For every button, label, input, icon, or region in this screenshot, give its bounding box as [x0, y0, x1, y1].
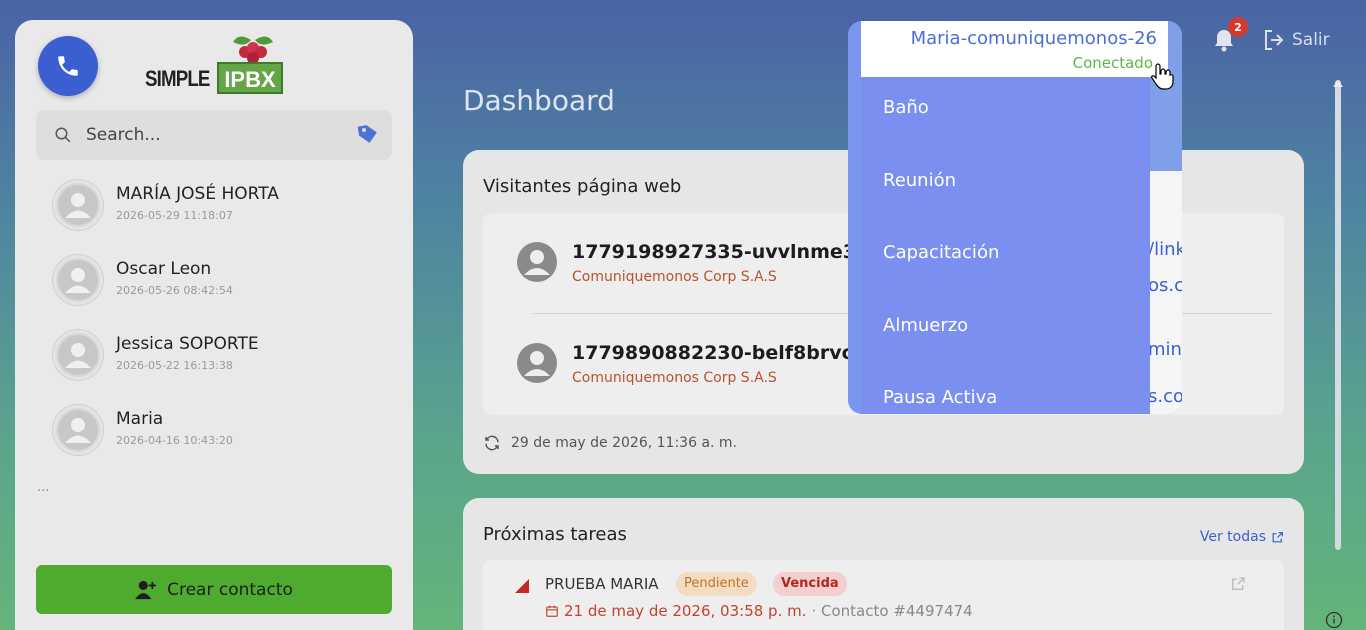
logo-box: IPBX	[217, 62, 283, 94]
overdue-badge: Vencida	[773, 572, 847, 596]
pause-option-bano[interactable]: Baño	[883, 97, 929, 118]
user-icon	[58, 335, 98, 375]
contact-time: 2026-05-26 08:42:54	[116, 284, 233, 297]
refresh-icon[interactable]	[483, 434, 501, 452]
contact-name: Maria	[116, 409, 164, 429]
dropdown-edge	[848, 21, 862, 414]
search-icon	[55, 127, 71, 143]
visitor-link-peek: /linksys-	[1148, 239, 1182, 260]
open-task-icon[interactable]	[1230, 576, 1246, 592]
add-user-icon	[135, 580, 157, 599]
scrollbar[interactable]	[1335, 80, 1341, 550]
avatar	[53, 255, 103, 305]
phone-icon	[58, 56, 78, 76]
visitor-company: Comuniquemonos Corp S.A.S	[572, 269, 777, 285]
avatar	[53, 330, 103, 380]
scroll-up-arrow[interactable]	[1333, 80, 1343, 87]
more-contacts-indicator[interactable]: ...	[37, 480, 49, 495]
calendar-icon	[546, 605, 558, 617]
create-contact-label: Crear contacto	[167, 579, 293, 600]
task-date-text: 21 de may de 2026, 03:58 p. m.	[564, 602, 807, 620]
priority-high-icon	[515, 579, 529, 593]
pause-option-almuerzo[interactable]: Almuerzo	[883, 315, 968, 336]
pause-option-reunion[interactable]: Reunión	[883, 170, 956, 191]
last-updated-text: 29 de may de 2026, 11:36 a. m.	[511, 435, 738, 451]
agent-status: Conectado	[1072, 54, 1153, 72]
logo-text: SIMPLE	[145, 66, 210, 91]
see-all-tasks-link[interactable]: Ver todas	[1200, 529, 1284, 545]
visitor-id: 1779890882230-belf8brvc	[572, 342, 853, 364]
contact-item[interactable]: Oscar Leon 2026-05-26 08:42:54	[53, 255, 393, 315]
avatar	[53, 180, 103, 230]
last-updated: 29 de may de 2026, 11:36 a. m.	[483, 434, 737, 452]
status-dropdown: /linksys- os.co minut... s.co Maria-comu…	[848, 21, 1182, 414]
agent-status-header[interactable]: Maria-comuniquemonos-26 Conectado	[861, 21, 1168, 77]
logout-label: Salir	[1292, 30, 1330, 50]
visitor-link-peek: s.co	[1148, 386, 1182, 407]
sidebar: SIMPLE IPBX MARÍA JOSÉ HORTA 2026-05-29 …	[15, 20, 413, 630]
user-icon	[58, 410, 98, 450]
user-icon	[517, 343, 557, 383]
contact-time: 2026-04-16 10:43:20	[116, 434, 233, 447]
task-title: PRUEBA MARIA	[545, 575, 659, 593]
info-icon[interactable]	[1325, 611, 1343, 629]
phone-button[interactable]	[38, 36, 98, 96]
contact-item[interactable]: MARÍA JOSÉ HORTA 2026-05-29 11:18:07	[53, 180, 393, 240]
visitor-link-peek: minut...	[1148, 339, 1182, 360]
tasks-title: Próximas tareas	[483, 524, 627, 545]
page-title: Dashboard	[463, 84, 615, 117]
hand-cursor-icon	[1151, 63, 1174, 90]
contact-time: 2026-05-29 11:18:07	[116, 209, 233, 222]
avatar	[516, 241, 558, 283]
create-contact-button[interactable]: Crear contacto	[36, 565, 392, 614]
visitors-title: Visitantes página web	[483, 176, 682, 197]
simple-ipbx-logo: SIMPLE IPBX	[145, 32, 285, 102]
pause-option-capacitacion[interactable]: Capacitación	[883, 242, 999, 263]
contact-time: 2026-05-22 16:13:38	[116, 359, 233, 372]
contact-name: Jessica SOPORTE	[116, 334, 259, 354]
visitor-link-peek: os.co	[1148, 275, 1182, 296]
logout-icon	[1265, 30, 1284, 50]
user-icon	[58, 185, 98, 225]
pause-option-pausa-activa[interactable]: Pausa Activa	[883, 387, 997, 408]
external-link-icon	[1272, 531, 1283, 542]
search-bar	[36, 110, 392, 160]
task-date: 21 de may de 2026, 03:58 p. m. · Contact…	[545, 602, 973, 620]
pause-options-menu: Baño Reunión Capacitación Almuerzo Pausa…	[861, 77, 1150, 414]
visitor-company: Comuniquemonos Corp S.A.S	[572, 370, 777, 386]
raspberry-icon	[233, 36, 273, 64]
contact-name: MARÍA JOSÉ HORTA	[116, 184, 279, 204]
logout-button[interactable]: Salir	[1262, 28, 1330, 52]
notification-badge: 2	[1228, 17, 1248, 37]
see-all-label: Ver todas	[1199, 529, 1266, 545]
search-input[interactable]	[86, 125, 346, 145]
agent-username: Maria-comuniquemonos-26	[910, 28, 1157, 49]
visitor-id: 1779198927335-uvvlnme3y	[572, 241, 869, 263]
avatar	[53, 405, 103, 455]
task-item[interactable]: PRUEBA MARIA Pendiente Vencida 21 de may…	[483, 560, 1284, 630]
contact-name: Oscar Leon	[116, 259, 212, 279]
status-badge: Pendiente	[676, 572, 757, 596]
contact-item[interactable]: Jessica SOPORTE 2026-05-22 16:13:38	[53, 330, 393, 390]
avatar	[516, 342, 558, 384]
tasks-card: Próximas tareas Ver todas PRUEBA MARIA P…	[463, 498, 1304, 630]
tag-icon[interactable]	[356, 122, 380, 146]
user-icon	[58, 260, 98, 300]
task-contact-ref: · Contacto #4497474	[811, 602, 973, 620]
contact-item[interactable]: Maria 2026-04-16 10:43:20	[53, 405, 393, 465]
user-icon	[517, 242, 557, 282]
